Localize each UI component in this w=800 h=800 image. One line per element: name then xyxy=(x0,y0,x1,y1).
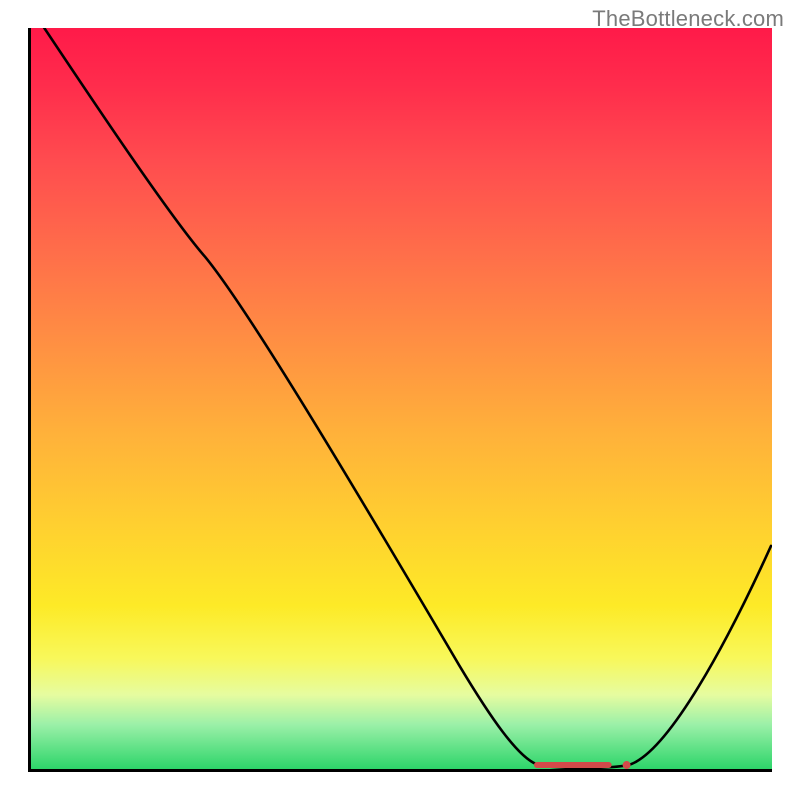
optimal-range-endcap xyxy=(623,761,631,769)
chart-container: TheBottleneck.com xyxy=(0,0,800,800)
bottleneck-curve xyxy=(43,28,771,768)
curve-layer xyxy=(31,28,772,769)
plot-frame xyxy=(28,28,772,772)
